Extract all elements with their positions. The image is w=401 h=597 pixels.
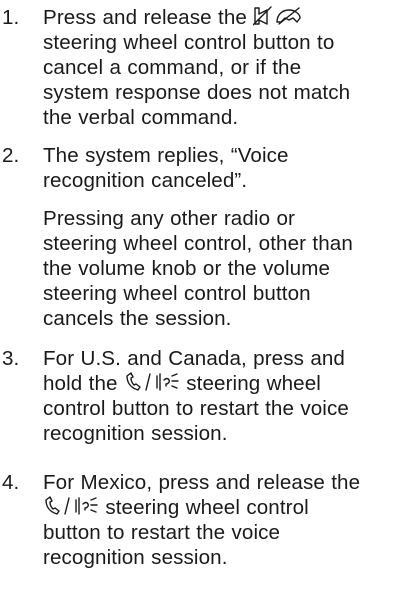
step-4: 4. For Mexico, press and release the ste…	[2, 470, 373, 570]
step-3: 3. For U.S. and Canada, press and hold t…	[2, 346, 373, 446]
step-text: The system replies, “Voice recognition c…	[43, 144, 289, 192]
step-number: 4.	[2, 471, 20, 494]
step-2: 2. The system replies, “Voice recognitio…	[2, 143, 373, 331]
step-text: For U.S. and Canada, press and hold the …	[43, 347, 349, 445]
step-text: For Mexico, press and release the steeri…	[43, 471, 361, 569]
step-number: 1.	[2, 6, 20, 29]
step-1: 1. Press and release the steering wheel …	[2, 5, 373, 130]
step-note: Pressing any other radio or steering whe…	[43, 207, 353, 330]
hang-up-call-icon	[253, 6, 303, 26]
push-to-talk-voice-icon	[43, 496, 99, 516]
step-text: Press and release the steering wheel con…	[43, 6, 351, 129]
push-to-talk-voice-icon	[124, 372, 180, 392]
step-number: 3.	[2, 347, 20, 370]
step-number: 2.	[2, 144, 20, 167]
